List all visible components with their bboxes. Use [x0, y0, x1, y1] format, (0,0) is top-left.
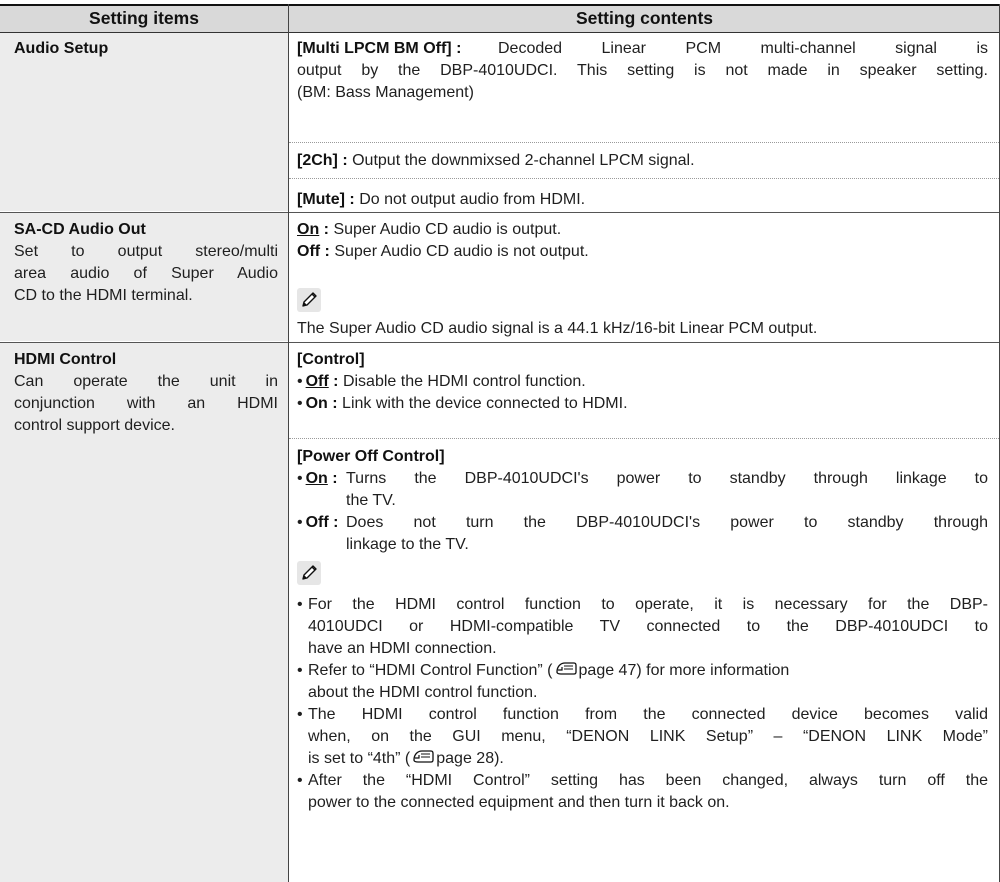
pencil-note-icon [297, 561, 321, 585]
item-title-audio-setup: Audio Setup [14, 40, 109, 57]
multi-lpcm-option: [Multi LPCM BM Off] : [297, 40, 462, 57]
option-mute: [Mute] : Do not output audio from HDMI. [297, 191, 586, 208]
hdmi-desc-l1: Can operate the unit in [14, 373, 278, 390]
control-option-off: • Off : Disable the HDMI control function… [297, 373, 586, 390]
rule-column [288, 4, 289, 882]
power-option-off: • Off : [297, 514, 339, 531]
note2-l1: Refer to “HDMI Control Function” (page 4… [308, 662, 790, 679]
dotted-sep-2 [289, 178, 999, 179]
note3-l2: when, on the GUI menu, “DENON LINK Setup… [308, 728, 988, 745]
note4-l2: power to the connected equipment and the… [308, 794, 730, 811]
option-2ch-text: Output the downmixsed 2-channel LPCM sig… [352, 152, 695, 169]
hdmi-desc-l2: conjunction with an HDMI [14, 395, 278, 412]
settings-table: Setting items Setting contents Audio Set… [0, 0, 1000, 882]
dotted-sep-3 [289, 438, 999, 439]
header-setting-items: Setting items [0, 5, 288, 32]
multi-lpcm-text-l2: output by the DBP-4010UDCI. This setting… [297, 62, 988, 79]
hdmi-desc-l3: control support device. [14, 417, 175, 434]
note1-l3: have an HDMI connection. [308, 640, 497, 657]
item-title-sacd: SA-CD Audio Out [14, 221, 146, 238]
rule-header [0, 32, 1000, 33]
note-bullet: • [297, 772, 303, 789]
note2-l2: about the HDMI control function. [308, 684, 538, 701]
power-on-text-l1: Turns the DBP-4010UDCI's power to standb… [346, 470, 988, 487]
rule-row2 [0, 342, 1000, 343]
power-on-label: On [305, 470, 328, 487]
multi-lpcm-label: [Multi LPCM BM Off] [297, 40, 452, 57]
option-mute-text: Do not output audio from HDMI. [359, 191, 586, 208]
item-title-hdmi-control: HDMI Control [14, 351, 117, 368]
multi-lpcm-text-l1: Decoded Linear PCM multi-channel signal … [498, 40, 988, 57]
sacd-off-label: Off [297, 243, 321, 260]
note4-l1: After the “HDMI Control” setting has bee… [308, 772, 988, 789]
rule-row1 [0, 212, 1000, 213]
sacd-option-on: On : Super Audio CD audio is output. [297, 221, 562, 238]
option-mute-label: [Mute] [297, 191, 345, 208]
control-on-label: On [305, 395, 328, 412]
sacd-note-text: The Super Audio CD audio signal is a 44.… [297, 320, 818, 337]
rule-top [0, 4, 1000, 6]
sacd-on-text: Super Audio CD audio is output. [333, 221, 562, 238]
note-bullet: • [297, 596, 303, 613]
note1-l1: For the HDMI control function to operate… [308, 596, 988, 613]
note-bullet: • [297, 662, 303, 679]
header-setting-contents: Setting contents [289, 5, 1000, 32]
sacd-desc-l3: CD to the HDMI terminal. [14, 287, 193, 304]
multi-lpcm-text-l3: (BM: Bass Management) [297, 84, 474, 101]
option-2ch: [2Ch] : Output the downmixsed 2-channel … [297, 152, 695, 169]
sacd-off-text: Super Audio CD audio is not output. [334, 243, 589, 260]
power-off-label: Off [305, 514, 329, 531]
option-2ch-label: [2Ch] [297, 152, 338, 169]
note3-l1: The HDMI control function from the conne… [308, 706, 988, 723]
control-on-text: Link with the device connected to HDMI. [342, 395, 628, 412]
note-bullet: • [297, 706, 303, 723]
pencil-note-icon [297, 288, 321, 312]
power-off-text-l1: Does not turn the DBP-4010UDCI's power t… [346, 514, 988, 531]
sacd-on-label: On [297, 221, 320, 238]
note3-l3: is set to “4th” (page 28). [308, 750, 504, 767]
power-option-on: • On : [297, 470, 338, 487]
control-off-label: Off [305, 373, 329, 390]
dotted-sep-1 [289, 142, 999, 143]
page-reference-icon [413, 750, 434, 763]
sacd-desc-l1: Set to output stereo/multi [14, 243, 278, 260]
control-subheading: [Control] [297, 351, 365, 368]
control-off-text: Disable the HDMI control function. [342, 373, 586, 390]
control-option-on: • On : Link with the device connected to … [297, 395, 628, 412]
sacd-option-off: Off : Super Audio CD audio is not output… [297, 243, 589, 260]
power-off-text-l2: linkage to the TV. [346, 536, 469, 553]
sacd-desc-l2: area audio of Super Audio [14, 265, 278, 282]
page-reference-icon [555, 662, 577, 675]
power-on-text-l2: the TV. [346, 492, 396, 509]
note1-l2: 4010UDCI or HDMI-compatible TV connected… [308, 618, 988, 635]
power-off-subheading: [Power Off Control] [297, 448, 445, 465]
